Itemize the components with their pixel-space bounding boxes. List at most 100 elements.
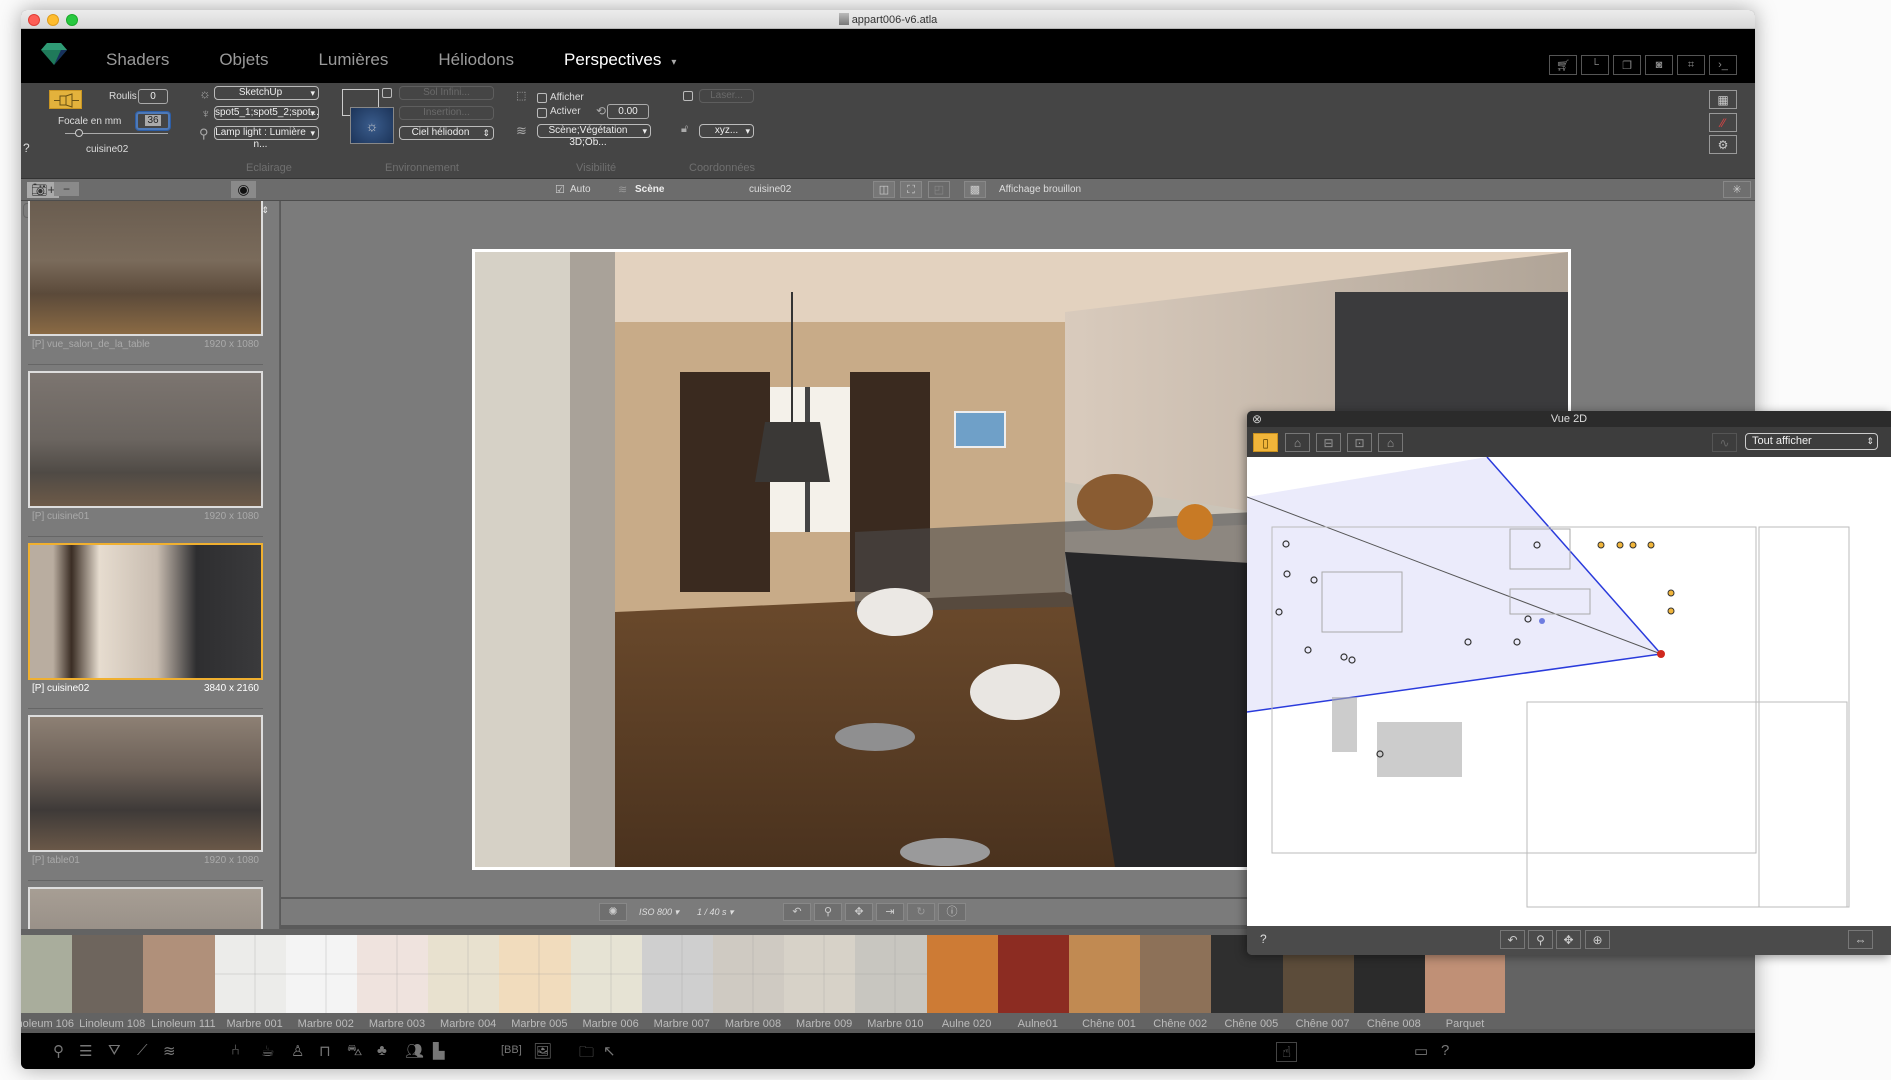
people-icon[interactable]: 👥︎ — [405, 1042, 424, 1060]
material-swatch[interactable] — [641, 935, 722, 1013]
orbit-icon[interactable]: ⇔ — [1848, 930, 1873, 949]
floor-up-icon[interactable]: ⊟ — [1316, 433, 1341, 452]
house-icon[interactable]: ⌂ — [1285, 433, 1310, 452]
cup-icon[interactable]: ☕︎ — [261, 1042, 274, 1060]
window-icon[interactable]: ▭ — [1414, 1042, 1428, 1060]
lighting-preset-dropdown[interactable]: SketchUp — [214, 86, 319, 100]
billboard-icon[interactable]: [BB] — [501, 1044, 522, 1056]
material-swatch[interactable] — [499, 935, 580, 1013]
help-icon[interactable]: ? — [23, 141, 30, 155]
checkerboard-icon[interactable]: ▦ — [1709, 90, 1737, 109]
fit-frame-icon[interactable]: ⛶ — [900, 181, 922, 198]
image-icon[interactable]: 🖼︎ — [533, 1042, 552, 1060]
camera-item[interactable]: [P] vue_salon_de_la_table 1920 x 1080 — [28, 201, 263, 365]
material-swatch[interactable] — [143, 935, 224, 1013]
xyz-button[interactable]: xyz... — [699, 124, 754, 138]
material-swatch[interactable] — [285, 935, 366, 1013]
shutter-dropdown[interactable]: 1 / 40 s ▾ — [697, 907, 734, 918]
gear-icon[interactable]: ⚙ — [1709, 135, 1737, 154]
paint-roller-icon[interactable]: ⚲ — [53, 1042, 64, 1060]
table-icon[interactable]: ⊓ — [319, 1042, 331, 1060]
help-icon[interactable]: ? — [1441, 1042, 1449, 1059]
tab-lumieres[interactable]: Lumières — [318, 50, 388, 70]
water-icon[interactable]: ≋ — [163, 1042, 176, 1060]
spots-dropdown[interactable]: spot5_1;spot5_2;spot... — [214, 106, 319, 120]
rotation-input[interactable]: 0.00 — [607, 104, 649, 119]
tab-perspectives[interactable]: Perspectives ▾ — [564, 50, 676, 70]
material-swatch[interactable] — [784, 935, 865, 1013]
pan-icon[interactable]: ✥ — [845, 903, 873, 921]
material-swatch[interactable] — [214, 935, 295, 1013]
material-swatch[interactable] — [855, 935, 936, 1013]
aperture-icon[interactable]: ✺ — [599, 903, 627, 921]
eye-icon[interactable]: ◉ — [231, 181, 256, 198]
unlock-icon[interactable]: 🔓︎ — [681, 123, 688, 136]
laser-checkbox[interactable] — [683, 91, 693, 101]
slider-knob[interactable] — [75, 129, 84, 137]
undo-view-icon[interactable]: ↶ — [783, 903, 811, 921]
auto-checkbox[interactable]: ☑ — [555, 183, 565, 196]
focale-slider[interactable] — [65, 129, 168, 137]
sky-swatch[interactable]: ☼ — [350, 107, 394, 144]
door-icon[interactable]: ▯ — [1253, 433, 1278, 452]
split-view-icon[interactable]: ◫ — [873, 181, 895, 198]
display-mode-dropdown[interactable]: Tout afficher — [1745, 433, 1878, 450]
camera-item[interactable]: [P] cuisine01 1920 x 1080 — [28, 371, 263, 537]
info-icon[interactable]: ⓘ — [938, 903, 966, 921]
camera-item-selected[interactable]: [P] cuisine02 3840 x 2160 — [28, 543, 263, 709]
trowel-icon[interactable]: ⟋ — [137, 1042, 148, 1059]
tree-icon[interactable]: ♣ — [377, 1042, 387, 1059]
floor-down-icon[interactable]: ⊡ — [1347, 433, 1372, 452]
tiles-icon[interactable]: ⛛ — [108, 1042, 121, 1059]
floor-plan-canvas[interactable] — [1247, 456, 1891, 926]
iso-dropdown[interactable]: ISO 800 ▾ — [639, 907, 679, 918]
material-swatch[interactable] — [1069, 935, 1149, 1013]
copy-icon[interactable]: ❐ — [1613, 55, 1641, 75]
roulis-input[interactable]: 0 — [138, 89, 168, 104]
material-swatch[interactable] — [713, 935, 793, 1013]
cursor-icon[interactable]: ↖ — [603, 1042, 616, 1060]
console-icon[interactable]: ›_ — [1709, 55, 1737, 75]
tab-shaders[interactable]: Shaders — [106, 50, 169, 70]
building-icon[interactable]: ▙ — [433, 1042, 445, 1060]
tab-objets[interactable]: Objets — [219, 50, 268, 70]
camera-icon[interactable]: ◙ — [1645, 55, 1673, 75]
refresh-icon[interactable]: ↻ — [907, 903, 935, 921]
focale-input[interactable]: 36 — [136, 112, 170, 130]
bricks-icon[interactable]: ☰ — [79, 1042, 92, 1060]
sol-infini-checkbox[interactable] — [382, 88, 392, 98]
zoom-icon[interactable]: ⚲ — [1528, 930, 1553, 949]
target-point[interactable] — [1539, 618, 1545, 624]
tab-heliodons[interactable]: Héliodons — [438, 50, 514, 70]
sol-infini-button[interactable]: Sol Infini... — [399, 86, 494, 100]
curve-icon[interactable]: ∿ — [1712, 433, 1737, 452]
lamp-dropdown[interactable]: Lamp light : Lumière n... — [214, 126, 319, 150]
material-swatch[interactable] — [997, 935, 1078, 1013]
cart-icon[interactable]: 🛒︎ — [1549, 55, 1577, 75]
zoom-fit-icon[interactable]: ⊕ — [1585, 930, 1610, 949]
crop-icon[interactable]: ⌗ — [1677, 55, 1705, 75]
measure-icon[interactable]: └ — [1581, 55, 1609, 75]
hand-icon[interactable]: ☝︎ — [1276, 1042, 1298, 1062]
remove-camera-icon[interactable]: − — [54, 182, 79, 196]
laser-button[interactable]: Laser... — [699, 89, 754, 103]
insertion-button[interactable]: Insertion... — [399, 106, 494, 120]
help-icon[interactable]: ? — [1260, 932, 1267, 946]
camera-position[interactable] — [1657, 650, 1665, 658]
region-icon[interactable]: ◰ — [928, 181, 950, 198]
layers-dropdown[interactable]: Scène;Végétation 3D;Ob... — [537, 124, 651, 148]
sky-dropdown[interactable]: Ciel héliodon — [399, 126, 494, 140]
undo-icon[interactable]: ↶ — [1500, 930, 1525, 949]
folder-icon[interactable]: 🗀 — [579, 1042, 594, 1067]
armchair-icon[interactable]: ⑃ — [231, 1042, 240, 1059]
material-swatch[interactable] — [570, 935, 651, 1013]
enter-icon[interactable]: ⇥ — [876, 903, 904, 921]
material-swatch[interactable] — [926, 935, 1007, 1013]
laser-icon[interactable]: ✳ — [1723, 181, 1751, 198]
pan-icon[interactable]: ✥ — [1556, 930, 1581, 949]
close-icon[interactable]: ⊗ — [1252, 411, 1262, 427]
material-swatch[interactable] — [1140, 935, 1221, 1013]
material-swatch[interactable] — [72, 935, 153, 1013]
camera-item[interactable]: [P] table01 1920 x 1080 — [28, 715, 263, 881]
activer-checkbox[interactable] — [537, 108, 547, 118]
